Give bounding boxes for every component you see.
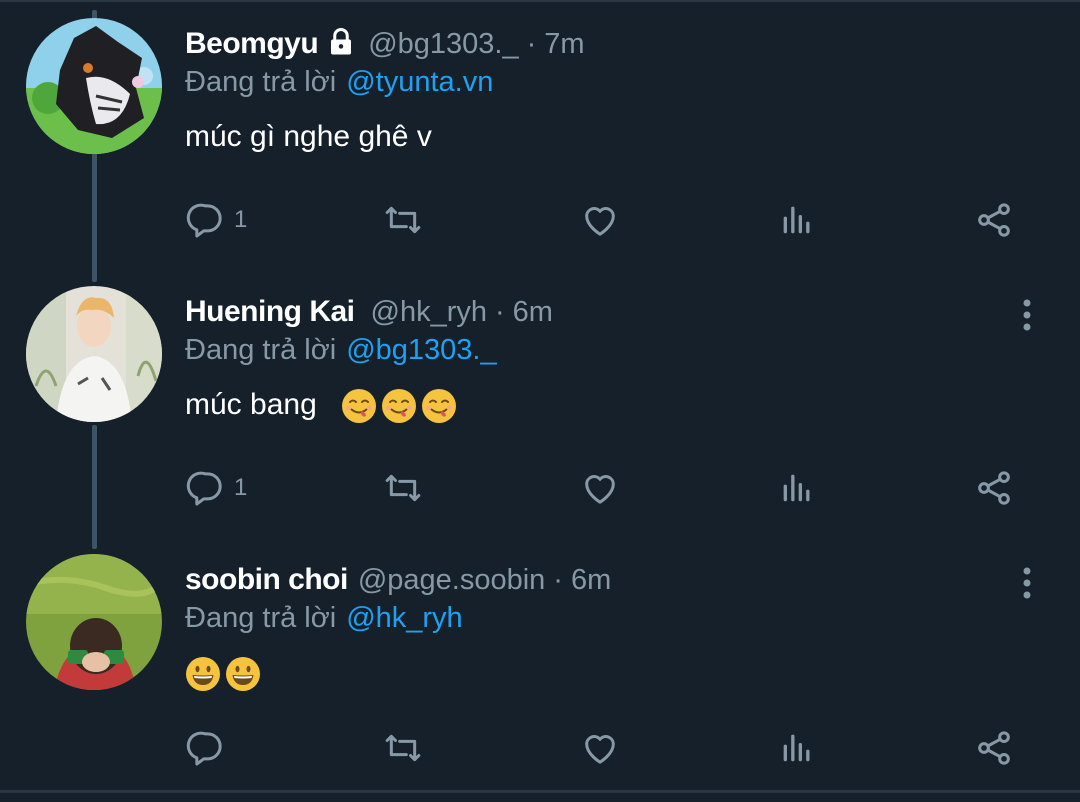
- replying-to: Đang trả lời @bg1303._: [185, 334, 497, 367]
- reply-icon: [186, 203, 222, 238]
- more-icon[interactable]: [1020, 298, 1034, 332]
- like-button[interactable]: [580, 468, 620, 508]
- face-savoring-food-emoji: [382, 389, 417, 424]
- handle[interactable]: @bg1303._: [368, 28, 518, 61]
- tweet-actions: [0, 728, 1080, 778]
- retweet-button[interactable]: [383, 200, 423, 240]
- analytics-icon: [783, 734, 810, 762]
- reply-button[interactable]: 1: [186, 468, 247, 508]
- reply-icon: [186, 731, 222, 766]
- grinning-face-emoji: [226, 657, 260, 692]
- mention-link[interactable]: @hk_ryh: [346, 602, 462, 634]
- tweet-header: Huening Kai @hk_ryh · 6m: [185, 286, 553, 338]
- timestamp[interactable]: 7m: [544, 28, 584, 61]
- analytics-icon: [783, 474, 810, 502]
- display-name[interactable]: Huening Kai: [185, 295, 355, 329]
- lock-icon: [326, 27, 356, 62]
- top-divider: [0, 0, 1080, 2]
- tweet-text-content: múc bang: [185, 388, 317, 421]
- tweet-actions: 1: [0, 200, 1080, 250]
- bottom-divider: [0, 790, 1080, 793]
- reply-icon: [186, 471, 222, 506]
- share-button[interactable]: [974, 468, 1014, 508]
- replying-to: Đang trả lời @tyunta.vn: [185, 66, 493, 99]
- mention-link[interactable]: @tyunta.vn: [346, 66, 493, 98]
- display-name[interactable]: Beomgyu: [185, 27, 319, 61]
- reply-button[interactable]: 1: [186, 200, 247, 240]
- avatar[interactable]: [26, 554, 162, 690]
- avatar[interactable]: [26, 286, 162, 422]
- like-button[interactable]: [580, 200, 620, 240]
- display-name[interactable]: soobin choi: [185, 563, 348, 597]
- share-button[interactable]: [974, 200, 1014, 240]
- tweet-text: múc bang: [185, 388, 461, 424]
- tweet-actions: 1: [0, 468, 1080, 518]
- share-icon: [978, 203, 1010, 237]
- retweet-icon: [385, 734, 421, 762]
- like-icon: [585, 475, 615, 504]
- retweet-button[interactable]: [383, 728, 423, 768]
- analytics-button[interactable]: [777, 200, 817, 240]
- replying-to-label: Đang trả lời: [185, 66, 337, 98]
- analytics-button[interactable]: [777, 728, 817, 768]
- separator: ·: [553, 563, 563, 596]
- like-icon: [585, 735, 615, 764]
- handle[interactable]: @page.soobin: [358, 564, 545, 597]
- like-button[interactable]: [580, 728, 620, 768]
- face-savoring-food-emoji: [422, 389, 457, 424]
- analytics-icon: [783, 206, 810, 234]
- grinning-face-emoji: [186, 657, 220, 692]
- face-savoring-food-emoji: [342, 389, 377, 424]
- reply-count: 1: [234, 474, 248, 501]
- timestamp[interactable]: 6m: [513, 296, 553, 329]
- mention-link[interactable]: @bg1303._: [346, 334, 496, 366]
- reply-count: 1: [234, 206, 248, 233]
- tweet-header: Beomgyu @bg1303._ · 7m: [185, 18, 585, 70]
- tweet-header: soobin choi @page.soobin · 6m: [185, 554, 611, 606]
- tweet-text: [185, 656, 265, 692]
- analytics-button[interactable]: [777, 468, 817, 508]
- replying-to-label: Đang trả lời: [185, 602, 337, 634]
- share-icon: [978, 731, 1010, 765]
- reply-button[interactable]: [186, 728, 234, 768]
- more-icon[interactable]: [1020, 566, 1034, 600]
- reply-thread-screen: Beomgyu @bg1303._ · 7m Đang trả lời @tyun…: [0, 0, 1080, 802]
- handle[interactable]: @hk_ryh: [371, 296, 487, 329]
- separator: ·: [526, 27, 537, 60]
- replying-to-label: Đang trả lời: [185, 334, 337, 366]
- avatar[interactable]: [26, 18, 162, 154]
- retweet-icon: [385, 206, 421, 234]
- separator: ·: [495, 295, 505, 328]
- tweet-text: múc gì nghe ghê v: [185, 120, 432, 153]
- like-icon: [585, 207, 615, 236]
- replying-to: Đang trả lời @hk_ryh: [185, 602, 463, 635]
- timestamp[interactable]: 6m: [571, 564, 611, 597]
- retweet-button[interactable]: [383, 468, 423, 508]
- share-icon: [978, 471, 1010, 505]
- share-button[interactable]: [974, 728, 1014, 768]
- retweet-icon: [385, 474, 421, 502]
